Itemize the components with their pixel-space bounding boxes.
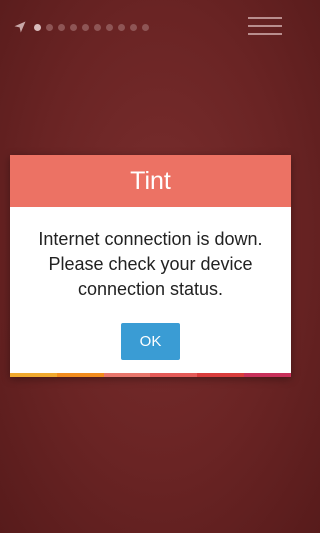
- dialog-message: Internet connection is down. Please chec…: [22, 227, 279, 302]
- page-dot: [82, 24, 89, 31]
- page-dot: [58, 24, 65, 31]
- page-dot: [46, 24, 53, 31]
- ok-button[interactable]: OK: [121, 323, 180, 360]
- top-bar: [0, 0, 300, 52]
- hamburger-menu-icon[interactable]: [248, 17, 282, 37]
- color-strip-segment: [56, 373, 104, 377]
- alert-dialog: Tint Internet connection is down. Please…: [10, 155, 291, 377]
- color-strip-segment: [103, 373, 151, 377]
- page-dot: [118, 24, 125, 31]
- color-strip-segment: [197, 373, 245, 377]
- dialog-title: Tint: [10, 155, 291, 207]
- page-dot: [142, 24, 149, 31]
- page-dot: [94, 24, 101, 31]
- message-line: connection status.: [77, 279, 224, 299]
- color-strip-segment: [10, 373, 57, 377]
- page-indicator: [34, 24, 149, 31]
- color-strip-segment: [244, 373, 291, 377]
- page-dot: [106, 24, 113, 31]
- message-line: Internet connection is down.: [38, 229, 263, 249]
- message-line: Please check your device: [48, 254, 253, 274]
- page-dot: [70, 24, 77, 31]
- page-dot: [34, 24, 41, 31]
- location-arrow-icon[interactable]: [14, 21, 26, 33]
- page-dot: [130, 24, 137, 31]
- color-strip: [10, 373, 291, 377]
- color-strip-segment: [150, 373, 198, 377]
